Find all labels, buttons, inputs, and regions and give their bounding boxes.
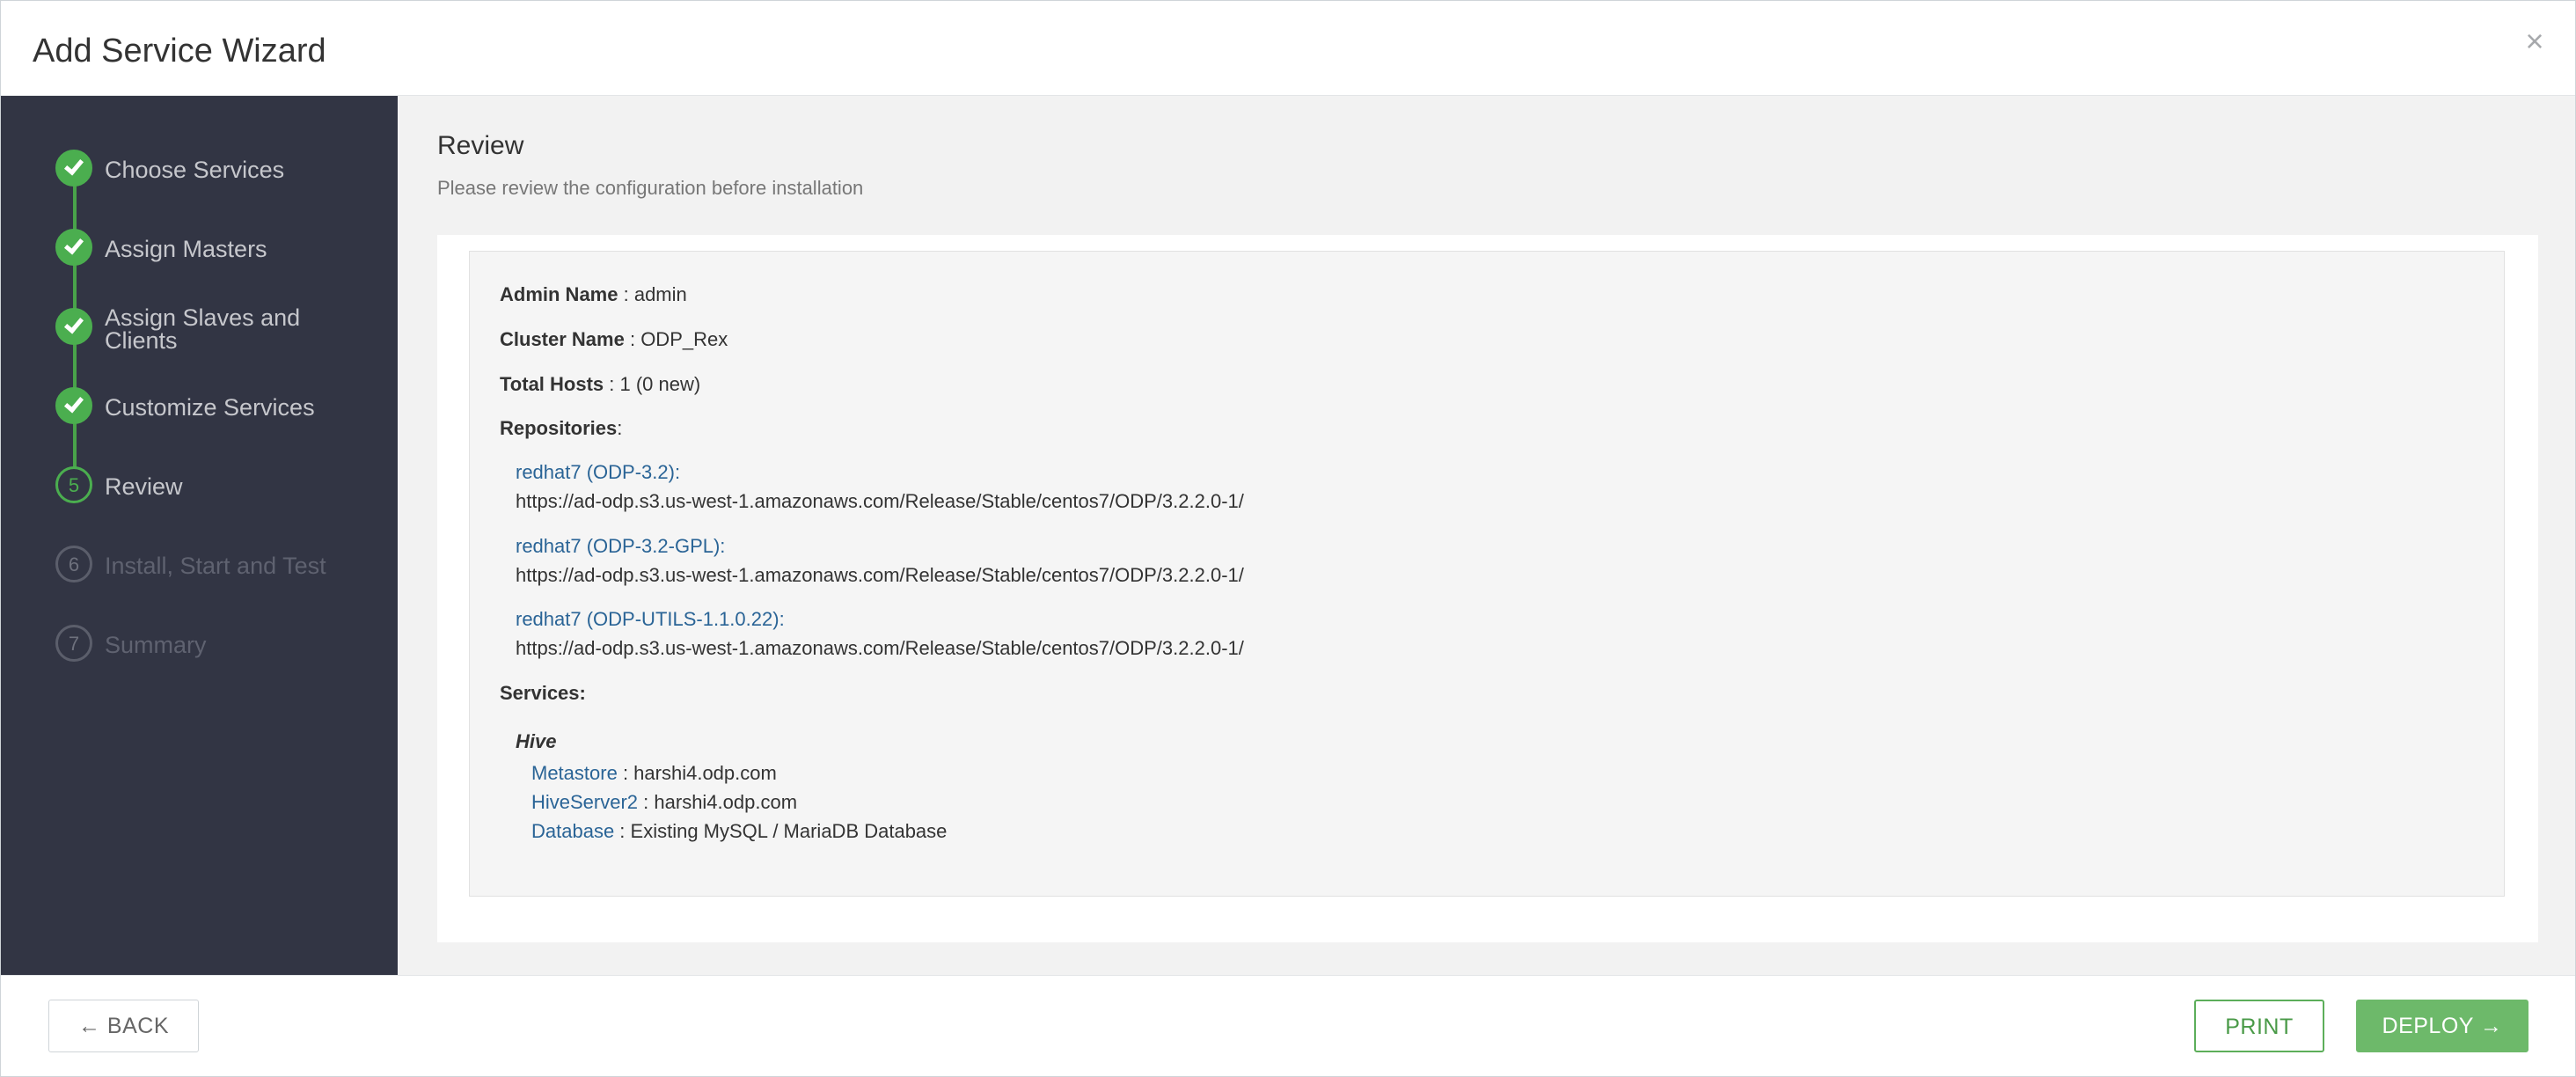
back-button[interactable]: ← BACK [48,1000,199,1052]
add-service-wizard-modal: Add Service Wizard × Choose Services Ass… [0,0,2576,1077]
cluster-name-row: Cluster Name : ODP_Rex [500,328,728,350]
repo-url: https://ad-odp.s3.us-west-1.amazonaws.co… [516,564,1244,586]
step-label: Assign Masters [105,236,267,262]
component-row: HiveServer2 : harshi4.odp.com [531,791,798,813]
deploy-button[interactable]: DEPLOY → [2356,1000,2528,1052]
page-title: Review [437,131,524,160]
services-heading: Services: [500,682,586,705]
step-install-start-test: 6 Install, Start and Test [55,546,390,598]
wizard-steps-sidebar: Choose Services Assign Masters Assign Sl… [1,96,398,975]
step-summary: 7 Summary [55,625,390,678]
repositories-heading: Repositories: [500,417,623,439]
step-label: Install, Start and Test [105,553,326,579]
repo-url: https://ad-odp.s3.us-west-1.amazonaws.co… [516,490,1244,512]
repo-name-link[interactable]: redhat7 (ODP-UTILS-1.1.0.22): [516,608,785,631]
step-number-badge: 5 [55,466,92,503]
component-name: Metastore [531,762,618,784]
total-hosts-value: 1 (0 new) [619,373,701,395]
cluster-name-value: ODP_Rex [640,328,728,350]
component-row: Metastore : harshi4.odp.com [531,762,777,784]
step-choose-services[interactable]: Choose Services [55,150,390,202]
step-complete-check-icon [55,150,92,187]
review-panel: Review Please review the configuration b… [398,96,2575,975]
admin-name-row: Admin Name : admin [500,283,687,305]
component-value: Existing MySQL / MariaDB Database [630,820,948,842]
review-summary-well: Admin Name : admin Cluster Name : ODP_Re… [469,251,2505,897]
cluster-name-label: Cluster Name [500,328,625,350]
modal-header: Add Service Wizard × [1,1,2575,96]
component-name: HiveServer2 [531,791,639,813]
step-review[interactable]: 5 Review [55,466,390,519]
component-row: Database : Existing MySQL / MariaDB Data… [531,820,948,842]
page-subtitle: Please review the configuration before i… [437,177,864,199]
step-complete-check-icon [55,229,92,266]
component-value: harshi4.odp.com [654,791,798,813]
admin-name-value: admin [633,283,687,305]
step-number-badge: 6 [55,546,92,582]
total-hosts-label: Total Hosts [500,373,604,395]
step-label: Review [105,473,183,500]
close-icon[interactable]: × [2517,24,2552,59]
step-complete-check-icon [55,308,92,345]
service-name: Hive [516,730,557,752]
repo-url: https://ad-odp.s3.us-west-1.amazonaws.co… [516,637,1244,659]
print-button[interactable]: PRINT [2194,1000,2324,1052]
step-label: Customize Services [105,394,315,421]
repo-name-link[interactable]: redhat7 (ODP-3.2-GPL): [516,535,725,558]
component-name: Database [531,820,615,842]
component-value: harshi4.odp.com [633,762,777,784]
step-assign-slaves-and-clients[interactable]: Assign Slaves and Clients [55,304,390,361]
modal-footer: ← BACK PRINT DEPLOY → [1,975,2575,1076]
admin-name-label: Admin Name [500,283,618,305]
step-assign-masters[interactable]: Assign Masters [55,229,390,282]
repositories-label: Repositories [500,417,618,439]
step-customize-services[interactable]: Customize Services [55,387,390,440]
step-complete-check-icon [55,387,92,424]
step-label: Choose Services [105,157,285,183]
services-label: Services: [500,682,586,704]
modal-title: Add Service Wizard [33,33,326,70]
step-label: Assign Slaves and Clients [105,304,301,354]
step-label: Summary [105,632,207,658]
repo-name-link[interactable]: redhat7 (ODP-3.2): [516,461,680,484]
total-hosts-row: Total Hosts : 1 (0 new) [500,373,701,395]
step-number-badge: 7 [55,625,92,662]
review-card: Admin Name : admin Cluster Name : ODP_Re… [437,235,2538,942]
